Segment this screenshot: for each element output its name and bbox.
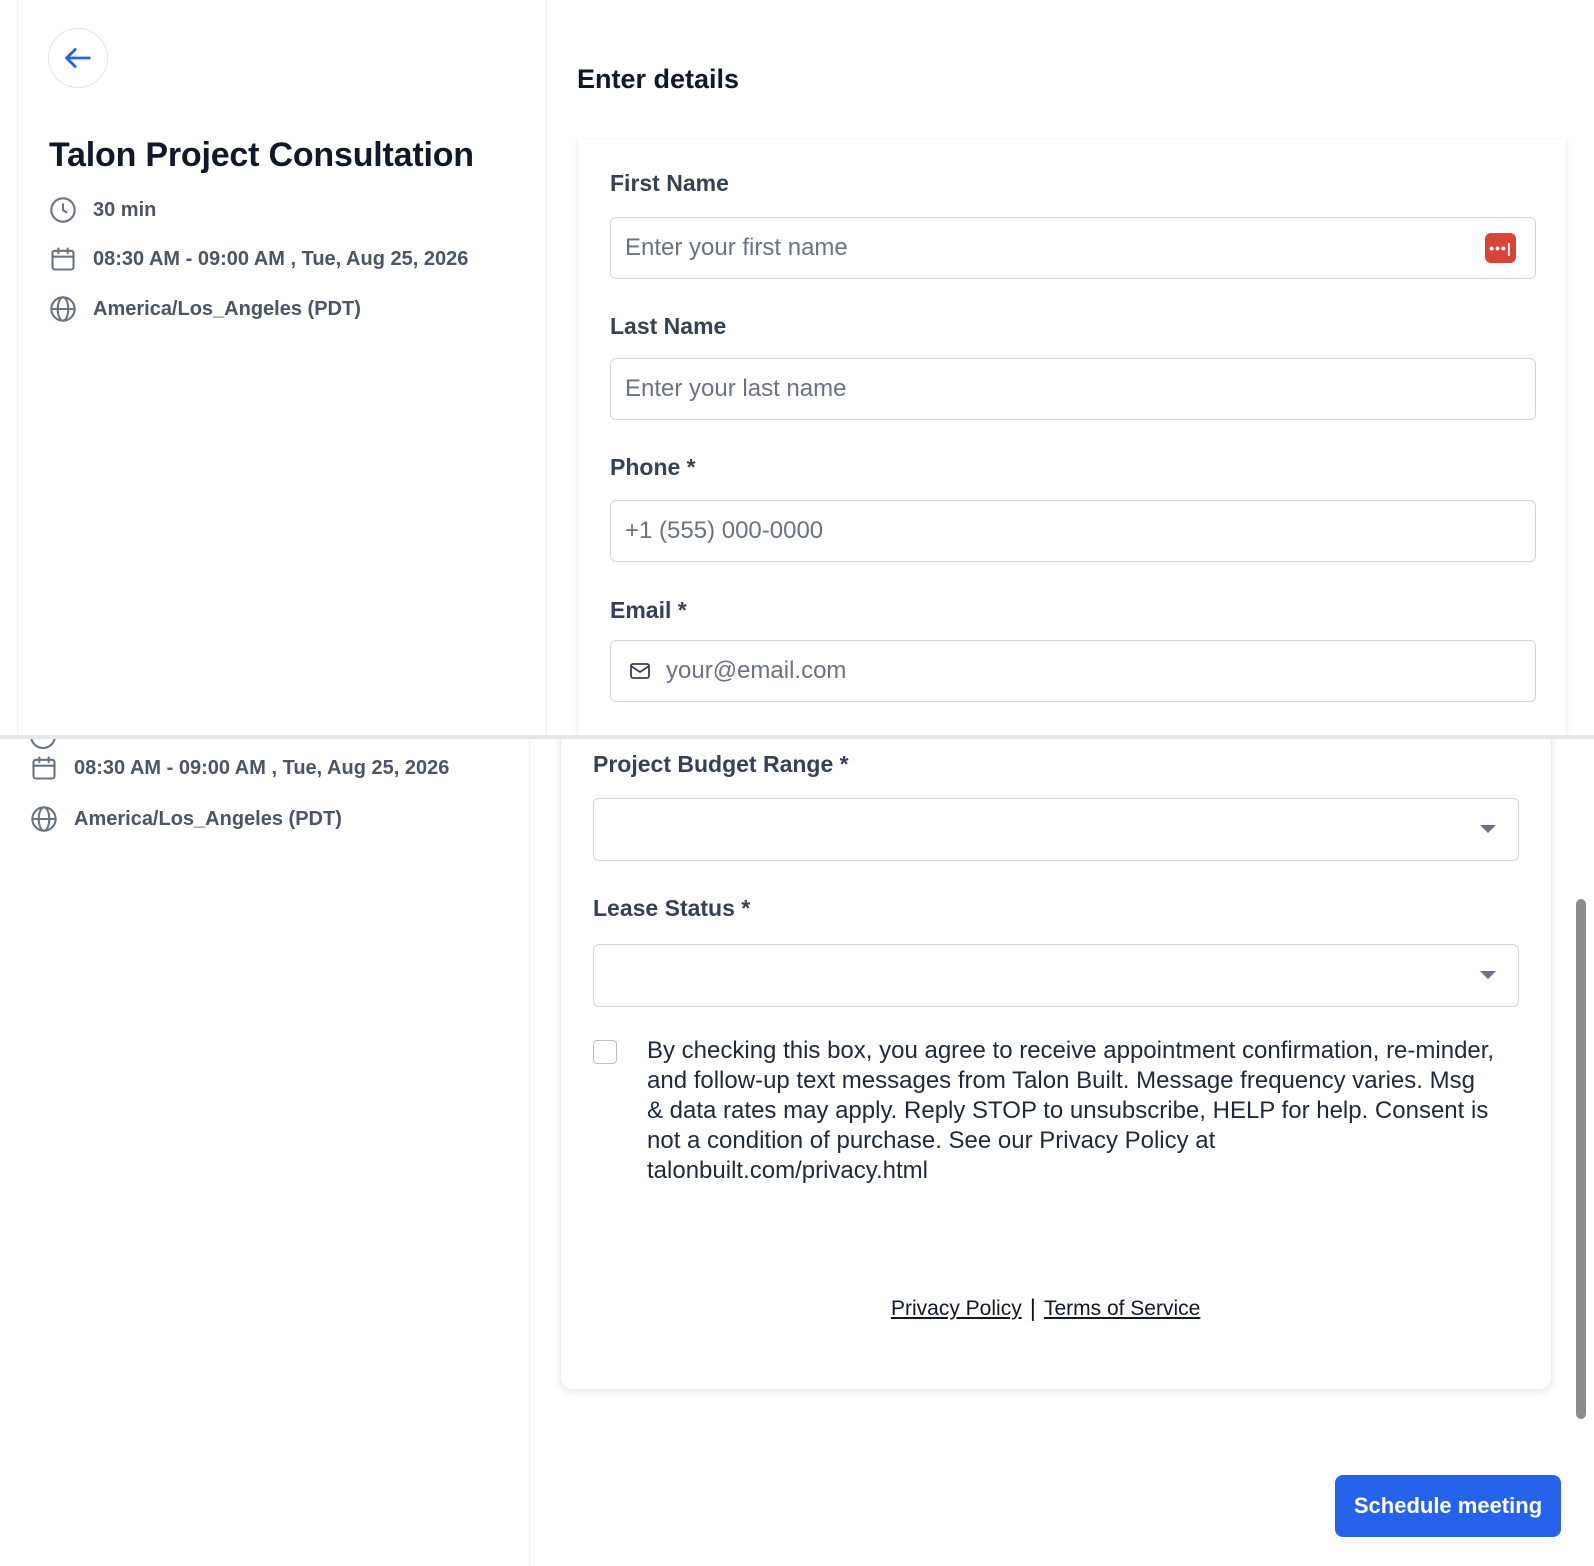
last-name-input[interactable] bbox=[610, 358, 1536, 420]
link-separator: | bbox=[1029, 1295, 1036, 1322]
privacy-policy-link[interactable]: Privacy Policy bbox=[891, 1297, 1022, 1321]
sms-consent-checkbox[interactable] bbox=[593, 1040, 617, 1064]
terms-of-service-link[interactable]: Terms of Service bbox=[1044, 1297, 1200, 1321]
details-form-card-scrolled: Project Budget Range * Lease Status * By… bbox=[560, 739, 1552, 1389]
calendar-icon bbox=[32, 756, 56, 780]
clock-icon bbox=[50, 197, 76, 223]
first-name-label: First Name bbox=[610, 170, 729, 196]
event-timezone: America/Los_Angeles (PDT) bbox=[30, 805, 342, 833]
event-datetime-text: 08:30 AM - 09:00 AM , Tue, Aug 25, 2026 bbox=[93, 247, 469, 270]
event-datetime: 08:30 AM - 09:00 AM , Tue, Aug 25, 2026 bbox=[30, 754, 449, 782]
chevron-down-icon bbox=[1480, 971, 1496, 979]
page-scrollbar[interactable] bbox=[1576, 899, 1586, 1419]
budget-select[interactable] bbox=[593, 798, 1519, 861]
first-name-input[interactable] bbox=[610, 217, 1536, 279]
email-label: Email * bbox=[610, 597, 687, 623]
event-summary-panel-scrolled: 08:30 AM - 09:00 AM , Tue, Aug 25, 2026 … bbox=[0, 739, 530, 1566]
password-manager-icon[interactable]: •••| bbox=[1485, 233, 1516, 263]
phone-input[interactable] bbox=[610, 500, 1536, 562]
arrow-left-icon bbox=[65, 48, 91, 68]
details-form-card: First Name •••| Last Name Phone * Email … bbox=[577, 140, 1567, 736]
email-field-wrap bbox=[610, 640, 1536, 702]
calendar-icon bbox=[51, 247, 75, 271]
event-duration: 30 min bbox=[49, 196, 156, 224]
booking-view-bottom: 08:30 AM - 09:00 AM , Tue, Aug 25, 2026 … bbox=[0, 739, 1594, 1566]
mail-icon bbox=[630, 663, 650, 679]
globe-icon bbox=[31, 806, 57, 832]
event-timezone-text: America/Los_Angeles (PDT) bbox=[74, 807, 342, 830]
sms-consent-text: By checking this box, you agree to recei… bbox=[647, 1037, 1495, 1184]
booking-view-top: Talon Project Consultation 30 min 08:30 … bbox=[0, 0, 1594, 736]
details-heading: Enter details bbox=[577, 64, 740, 94]
chevron-down-icon bbox=[1480, 825, 1496, 833]
email-input[interactable] bbox=[610, 640, 1536, 702]
schedule-meeting-button[interactable]: Schedule meeting bbox=[1335, 1475, 1561, 1537]
event-timezone-text: America/Los_Angeles (PDT) bbox=[93, 297, 361, 320]
event-timezone: America/Los_Angeles (PDT) bbox=[49, 295, 361, 323]
legal-links: Privacy Policy | Terms of Service bbox=[891, 1295, 1200, 1323]
event-datetime: 08:30 AM - 09:00 AM , Tue, Aug 25, 2026 bbox=[49, 245, 468, 273]
clock-icon bbox=[30, 739, 56, 749]
event-datetime-text: 08:30 AM - 09:00 AM , Tue, Aug 25, 2026 bbox=[74, 756, 450, 779]
lease-select[interactable] bbox=[593, 944, 1519, 1007]
budget-label: Project Budget Range * bbox=[593, 751, 849, 777]
event-duration-text: 30 min bbox=[93, 198, 157, 221]
event-title: Talon Project Consultation bbox=[49, 136, 474, 174]
lease-label: Lease Status * bbox=[593, 895, 751, 921]
globe-icon bbox=[50, 296, 76, 322]
phone-label: Phone * bbox=[610, 454, 696, 480]
first-name-field-wrap: •••| bbox=[610, 217, 1536, 279]
event-summary-panel: Talon Project Consultation 30 min 08:30 … bbox=[17, 0, 547, 736]
back-button[interactable] bbox=[48, 28, 108, 88]
last-name-label: Last Name bbox=[610, 313, 727, 339]
